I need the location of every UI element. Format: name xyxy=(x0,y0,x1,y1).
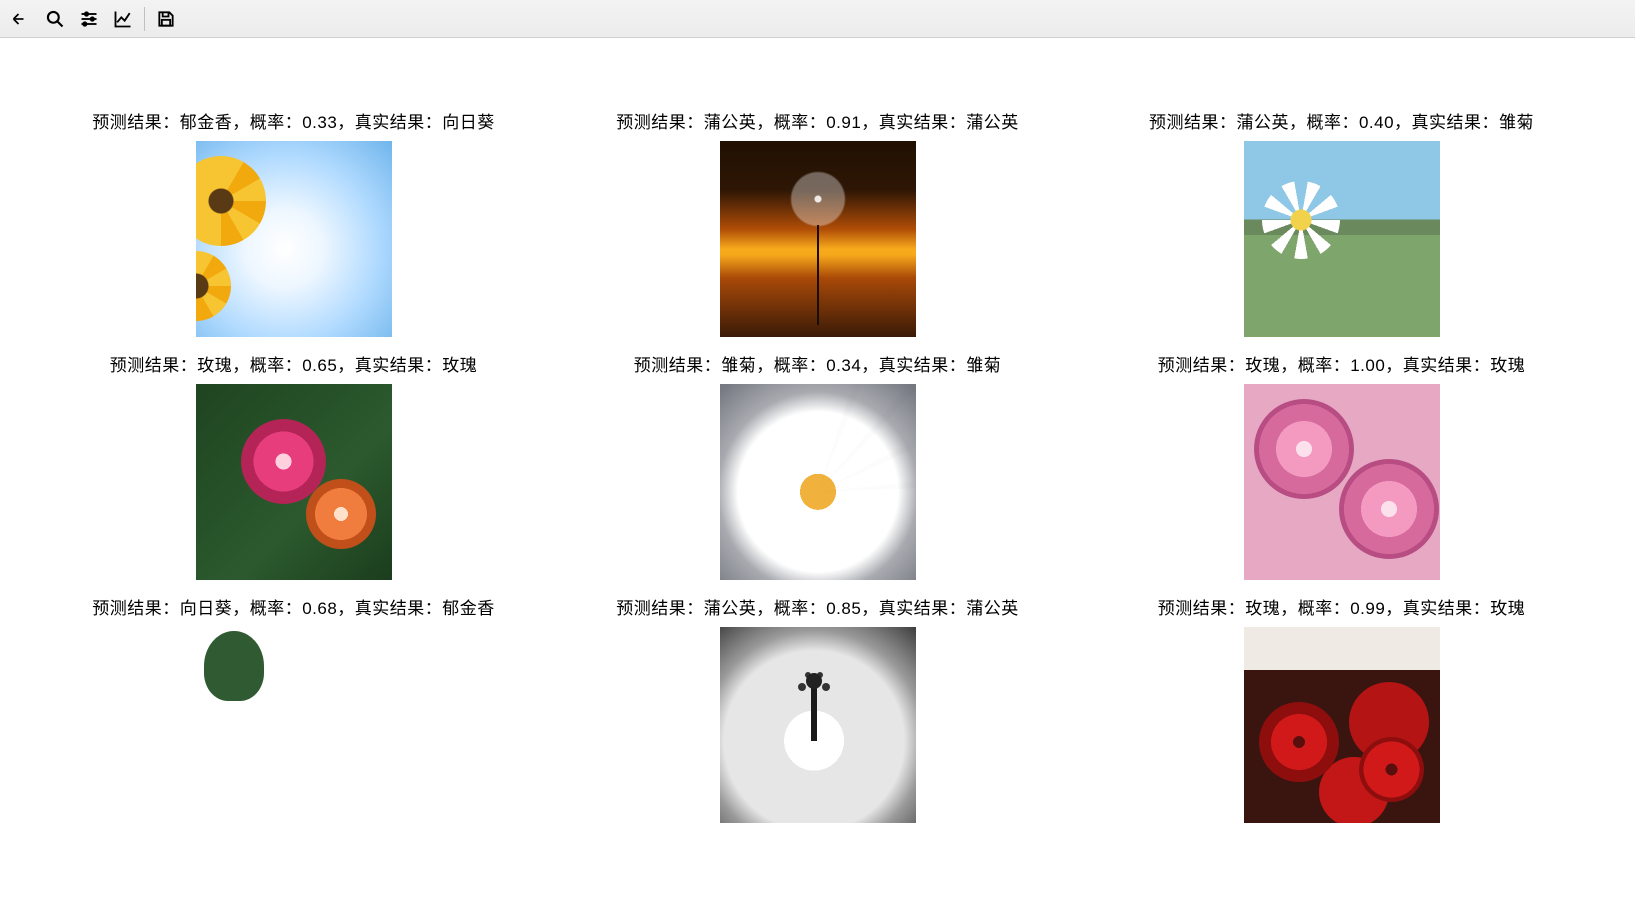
label-truth-prefix: ，真实结果： xyxy=(1394,113,1499,132)
pred-value: 蒲公英 xyxy=(704,599,757,618)
search-icon xyxy=(45,9,65,29)
prob-value: 0.91 xyxy=(826,113,861,132)
flower-image xyxy=(196,141,392,337)
truth-value: 玫瑰 xyxy=(1490,356,1525,375)
label-truth-prefix: ，真实结果： xyxy=(861,113,966,132)
grid-cell: 预测结果：蒲公英，概率：0.85，真实结果：蒲公英 xyxy=(578,594,1058,823)
prob-value: 0.40 xyxy=(1359,113,1394,132)
truth-value: 向日葵 xyxy=(442,113,495,132)
figure-canvas: 预测结果：郁金香，概率：0.33，真实结果：向日葵预测结果：蒲公英，概率：0.9… xyxy=(0,38,1635,843)
sliders-icon xyxy=(79,9,99,29)
pred-value: 玫瑰 xyxy=(1245,356,1280,375)
grid-row: 预测结果：玫瑰，概率：0.65，真实结果：玫瑰预测结果：雏菊，概率：0.34，真… xyxy=(54,351,1582,580)
grid-cell: 预测结果：郁金香，概率：0.33，真实结果：向日葵 xyxy=(54,108,534,337)
flower-image xyxy=(1244,627,1440,823)
prediction-title: 预测结果：雏菊，概率：0.34，真实结果：雏菊 xyxy=(634,351,1002,376)
label-prob-prefix: ，概率： xyxy=(232,113,302,132)
label-truth-prefix: ，真实结果： xyxy=(337,356,442,375)
truth-value: 玫瑰 xyxy=(1490,599,1525,618)
label-pred-prefix: 预测结果： xyxy=(616,113,704,132)
flower-image xyxy=(720,627,916,823)
label-truth-prefix: ，真实结果： xyxy=(337,113,442,132)
label-pred-prefix: 预测结果： xyxy=(110,356,198,375)
label-truth-prefix: ，真实结果： xyxy=(861,356,966,375)
grid-cell: 预测结果：玫瑰，概率：0.65，真实结果：玫瑰 xyxy=(54,351,534,580)
prediction-title: 预测结果：玫瑰，概率：0.99，真实结果：玫瑰 xyxy=(1158,594,1526,619)
flower-image xyxy=(720,384,916,580)
prob-value: 0.85 xyxy=(826,599,861,618)
label-prob-prefix: ，概率： xyxy=(756,356,826,375)
save-icon xyxy=(156,9,176,29)
prediction-title: 预测结果：玫瑰，概率：0.65，真实结果：玫瑰 xyxy=(110,351,478,376)
grid-cell: 预测结果：蒲公英，概率：0.40，真实结果：雏菊 xyxy=(1102,108,1582,337)
label-truth-prefix: ，真实结果： xyxy=(861,599,966,618)
label-truth-prefix: ，真实结果： xyxy=(1385,599,1490,618)
truth-value: 蒲公英 xyxy=(966,113,1019,132)
label-pred-prefix: 预测结果： xyxy=(1149,113,1237,132)
prob-value: 0.34 xyxy=(826,356,861,375)
zoom-button[interactable] xyxy=(38,2,72,36)
grid-row: 预测结果：郁金香，概率：0.33，真实结果：向日葵预测结果：蒲公英，概率：0.9… xyxy=(54,108,1582,337)
prediction-title: 预测结果：蒲公英，概率：0.85，真实结果：蒲公英 xyxy=(616,594,1019,619)
label-pred-prefix: 预测结果： xyxy=(616,599,704,618)
label-prob-prefix: ，概率： xyxy=(232,356,302,375)
prob-value: 0.68 xyxy=(302,599,337,618)
flower-image xyxy=(1244,384,1440,580)
truth-value: 郁金香 xyxy=(442,599,495,618)
prediction-title: 预测结果：郁金香，概率：0.33，真实结果：向日葵 xyxy=(92,108,495,133)
grid-row: 预测结果：向日葵，概率：0.68，真实结果：郁金香预测结果：蒲公英，概率：0.8… xyxy=(54,594,1582,823)
grid-cell: 预测结果：玫瑰，概率：1.00，真实结果：玫瑰 xyxy=(1102,351,1582,580)
pred-value: 蒲公英 xyxy=(704,113,757,132)
prob-value: 0.99 xyxy=(1350,599,1385,618)
pan-button[interactable] xyxy=(4,2,38,36)
figure-toolbar xyxy=(0,0,1635,38)
grid-cell: 预测结果：雏菊，概率：0.34，真实结果：雏菊 xyxy=(578,351,1058,580)
label-pred-prefix: 预测结果： xyxy=(1158,356,1246,375)
grid-cell: 预测结果：蒲公英，概率：0.91，真实结果：蒲公英 xyxy=(578,108,1058,337)
label-prob-prefix: ，概率： xyxy=(1280,599,1350,618)
grid-cell: 预测结果：玫瑰，概率：0.99，真实结果：玫瑰 xyxy=(1102,594,1582,823)
flower-image xyxy=(196,384,392,580)
flower-image xyxy=(1244,141,1440,337)
prob-value: 1.00 xyxy=(1350,356,1385,375)
label-truth-prefix: ，真实结果： xyxy=(337,599,442,618)
label-pred-prefix: 预测结果： xyxy=(634,356,722,375)
label-truth-prefix: ，真实结果： xyxy=(1385,356,1490,375)
pred-value: 雏菊 xyxy=(721,356,756,375)
pred-value: 蒲公英 xyxy=(1236,113,1289,132)
label-prob-prefix: ，概率： xyxy=(1289,113,1359,132)
prediction-title: 预测结果：蒲公英，概率：0.40，真实结果：雏菊 xyxy=(1149,108,1534,133)
prediction-title: 预测结果：向日葵，概率：0.68，真实结果：郁金香 xyxy=(92,594,495,619)
label-prob-prefix: ，概率： xyxy=(756,113,826,132)
truth-value: 蒲公英 xyxy=(966,599,1019,618)
flower-image xyxy=(196,627,392,823)
pan-icon xyxy=(11,9,31,29)
pred-value: 郁金香 xyxy=(180,113,233,132)
pred-value: 向日葵 xyxy=(180,599,233,618)
pred-value: 玫瑰 xyxy=(197,356,232,375)
flower-image xyxy=(720,141,916,337)
grid-cell: 预测结果：向日葵，概率：0.68，真实结果：郁金香 xyxy=(54,594,534,823)
label-pred-prefix: 预测结果： xyxy=(92,113,180,132)
label-prob-prefix: ，概率： xyxy=(232,599,302,618)
toolbar-separator xyxy=(144,7,145,31)
prediction-title: 预测结果：玫瑰，概率：1.00，真实结果：玫瑰 xyxy=(1158,351,1526,376)
axes-button[interactable] xyxy=(106,2,140,36)
label-pred-prefix: 预测结果： xyxy=(92,599,180,618)
truth-value: 雏菊 xyxy=(1499,113,1534,132)
save-button[interactable] xyxy=(149,2,183,36)
configure-button[interactable] xyxy=(72,2,106,36)
truth-value: 玫瑰 xyxy=(442,356,477,375)
prob-value: 0.65 xyxy=(302,356,337,375)
prob-value: 0.33 xyxy=(302,113,337,132)
label-prob-prefix: ，概率： xyxy=(1280,356,1350,375)
pred-value: 玫瑰 xyxy=(1245,599,1280,618)
label-prob-prefix: ，概率： xyxy=(756,599,826,618)
prediction-title: 预测结果：蒲公英，概率：0.91，真实结果：蒲公英 xyxy=(616,108,1019,133)
truth-value: 雏菊 xyxy=(966,356,1001,375)
chart-icon xyxy=(113,9,133,29)
label-pred-prefix: 预测结果： xyxy=(1158,599,1246,618)
